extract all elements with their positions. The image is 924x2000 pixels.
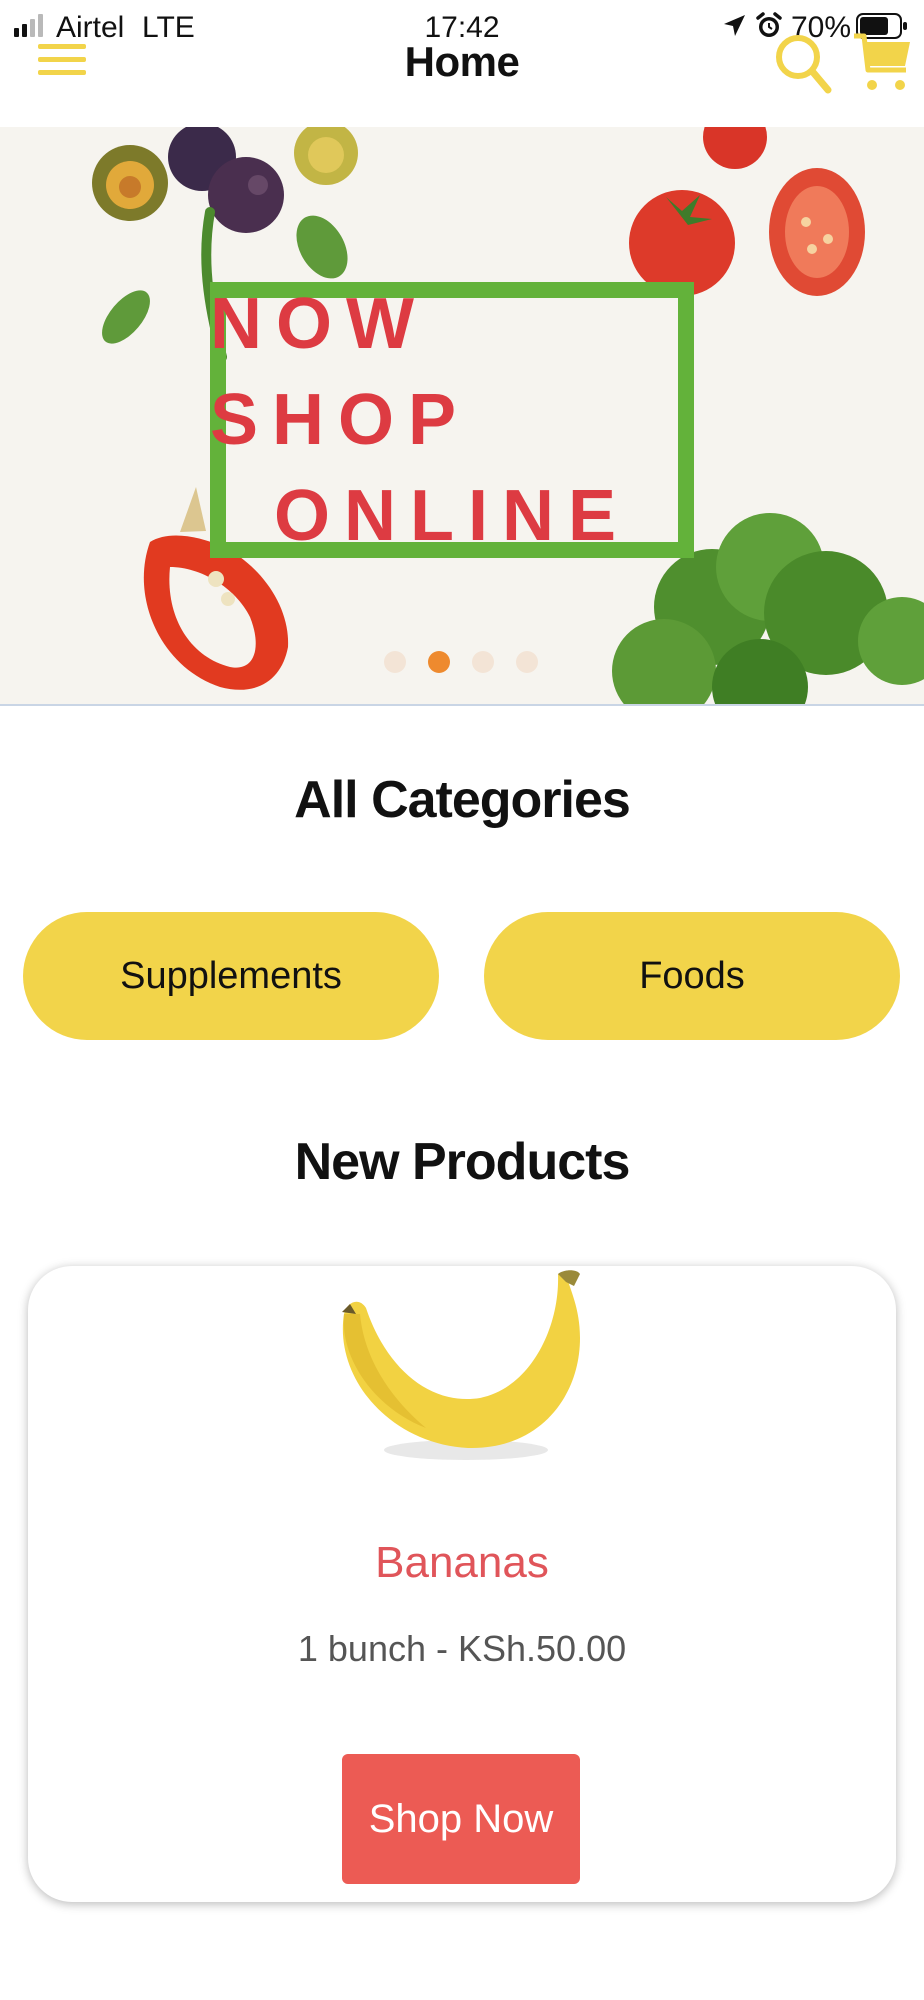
product-name[interactable]: Bananas [28, 1538, 896, 1588]
carousel-indicator [384, 651, 538, 673]
shop-now-button[interactable]: Shop Now [342, 1754, 580, 1884]
product-price: 1 bunch - KSh.50.00 [297, 1628, 627, 1669]
carousel-dot-active[interactable] [428, 651, 450, 673]
category-foods-button[interactable]: Foods [484, 912, 900, 1040]
banner-line-2: ONLINE [273, 476, 630, 556]
location-arrow-icon [724, 15, 745, 36]
carousel-dot[interactable] [384, 651, 406, 673]
carousel-dot[interactable] [472, 651, 494, 673]
carousel-dot[interactable] [516, 651, 538, 673]
category-supplements-button[interactable]: Supplements [23, 912, 439, 1040]
search-icon[interactable] [774, 30, 832, 96]
banner-line-1: NOW SHOP [210, 284, 471, 460]
product-card[interactable]: Bananas 1 bunch - KSh.50.00 Shop Now [28, 1266, 896, 1902]
cart-icon[interactable] [852, 30, 912, 98]
new-products-heading: New Products [294, 1133, 631, 1191]
promo-banner[interactable]: NOW SHOP ONLINE [0, 127, 924, 706]
categories-heading: All Categories [294, 771, 631, 829]
banana-image [342, 1270, 580, 1460]
banner-text: NOW SHOP ONLINE [210, 282, 694, 558]
